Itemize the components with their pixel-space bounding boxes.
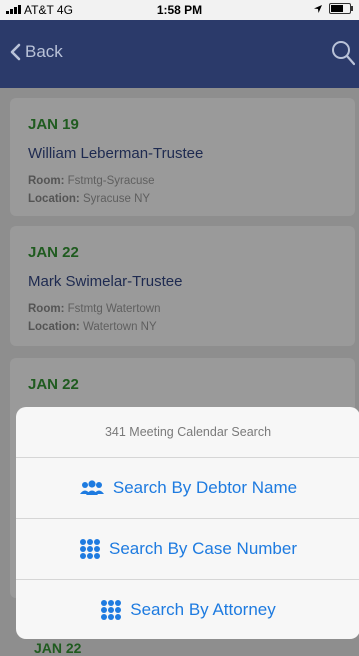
meeting-trustee: William Leberman-Trustee [28, 145, 204, 162]
status-right [313, 3, 353, 14]
option-label: Search By Debtor Name [112, 478, 298, 497]
nav-bar: Back [0, 20, 359, 88]
search-action-sheet: 341 Meeting Calendar Search Search By De… [16, 407, 359, 639]
back-button[interactable]: Back [10, 42, 63, 62]
location-arrow-icon [314, 4, 322, 13]
clock: 1:58 PM [156, 3, 203, 17]
option-label: Search By Attorney [130, 600, 276, 619]
room-value: Fstmtg Watertown [67, 303, 161, 315]
location-label: Location: [28, 193, 80, 205]
meeting-room: Room: Fstmtg Watertown [28, 303, 161, 315]
status-bar: AT&T 4G 1:58 PM [0, 0, 359, 20]
meeting-location: Location: Syracuse NY [28, 193, 150, 205]
room-label: Room: [28, 303, 65, 315]
back-label: Back [25, 42, 63, 61]
search-icon[interactable] [331, 40, 355, 66]
meeting-location: Location: Watertown NY [28, 321, 157, 333]
meeting-room: Room: Fstmtg-Syracuse [28, 175, 155, 187]
meeting-card[interactable]: JAN 22 Mark Swimelar-Trustee Room: Fstmt… [10, 226, 355, 346]
meeting-card[interactable]: JAN 19 William Leberman-Trustee Room: Fs… [10, 98, 355, 216]
meeting-date: JAN 19 [28, 116, 79, 133]
action-sheet-title: 341 Meeting Calendar Search [16, 407, 359, 458]
location-label: Location: [28, 321, 80, 333]
search-by-attorney-button[interactable]: Search By Attorney [16, 580, 359, 639]
room-value: Fstmtg-Syracuse [67, 175, 155, 187]
room-label: Room: [28, 175, 65, 187]
meeting-date: JAN 22 [28, 244, 79, 261]
battery-icon [329, 3, 353, 14]
search-by-case-number-button[interactable]: Search By Case Number [16, 519, 359, 580]
location-value: Syracuse NY [82, 193, 151, 205]
grid-dots-icon [79, 539, 100, 559]
grid-dots-icon [101, 600, 122, 620]
location-value: Watertown NY [82, 321, 157, 333]
people-icon [79, 480, 104, 495]
meeting-trustee: Mark Swimelar-Trustee [28, 273, 183, 290]
chevron-left-icon [10, 43, 21, 61]
search-by-debtor-name-button[interactable]: Search By Debtor Name [16, 458, 359, 519]
meeting-date: JAN 22 [28, 376, 79, 393]
option-label: Search By Case Number [108, 539, 298, 558]
peek-date: JAN 22 [34, 640, 82, 656]
